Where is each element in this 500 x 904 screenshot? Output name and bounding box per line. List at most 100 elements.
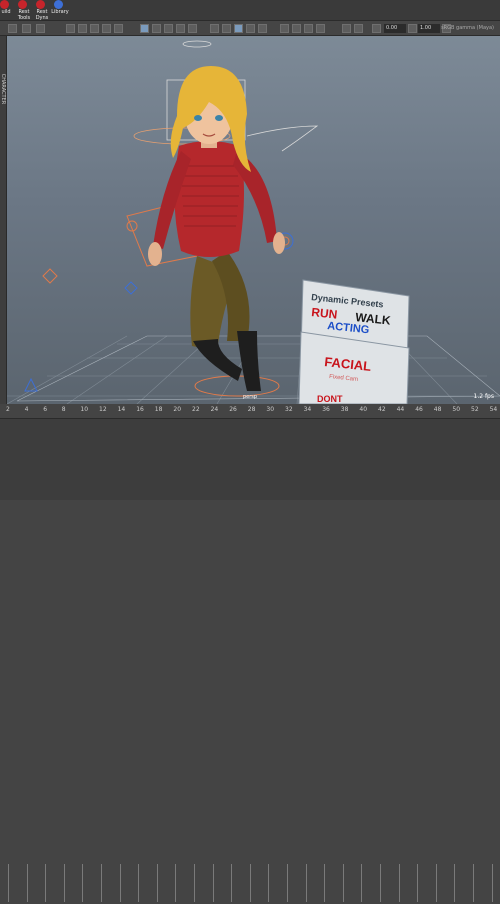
timeline-tick bbox=[156, 864, 158, 902]
timeline-tick bbox=[454, 864, 456, 902]
timeline-tick bbox=[268, 864, 270, 902]
timeline-tick-label: 40 bbox=[359, 406, 368, 413]
timeline-tick bbox=[212, 864, 214, 902]
sign-partial: DONT bbox=[317, 394, 343, 404]
textured-icon[interactable] bbox=[188, 24, 197, 33]
shelf-item-tools[interactable]: Rest Tools bbox=[12, 0, 32, 21]
timeline-track[interactable] bbox=[0, 862, 500, 904]
timeline-tick bbox=[63, 864, 65, 902]
lock-camera-icon[interactable] bbox=[78, 24, 87, 33]
timeline-tick bbox=[380, 864, 381, 902]
shelf-item-label: Library bbox=[51, 9, 69, 15]
timeline-tick bbox=[435, 864, 437, 902]
timeline-tick bbox=[175, 864, 177, 902]
timeline-tick bbox=[231, 864, 233, 902]
timeline-tick bbox=[138, 864, 140, 902]
shelf-item-dyns[interactable]: Rest Dyns bbox=[30, 0, 50, 21]
timeline-tick bbox=[194, 864, 195, 902]
timeline-tick-label: 6 bbox=[43, 406, 48, 413]
lighting-menu-icon[interactable] bbox=[36, 24, 45, 33]
image-plane-icon[interactable] bbox=[102, 24, 111, 33]
timeline-tick-label: 14 bbox=[117, 406, 126, 413]
timeline-tick bbox=[26, 864, 28, 902]
timeline-tick bbox=[491, 864, 493, 902]
exposure-icon[interactable] bbox=[342, 24, 351, 33]
timeline-tick-label: 28 bbox=[247, 406, 256, 413]
time-slider[interactable]: 2 4 6 8 10 12 14 16 18 20 22 24 26 28 30 32 34 36 38 40 42 44… bbox=[0, 404, 500, 902]
antialias-icon[interactable] bbox=[258, 24, 267, 33]
tools-icon bbox=[18, 0, 27, 9]
timeline-tick bbox=[473, 864, 474, 902]
smooth-shade-icon[interactable] bbox=[164, 24, 173, 33]
timeline-tick-label: 24 bbox=[210, 406, 219, 413]
camera-icon[interactable] bbox=[66, 24, 75, 33]
timeline-tick-label: 30 bbox=[266, 406, 275, 413]
timeline-tick-label: 42 bbox=[378, 406, 386, 413]
dyns-icon bbox=[36, 0, 45, 9]
timeline-tick-label: 20 bbox=[173, 406, 182, 413]
timeline-tick bbox=[417, 864, 419, 902]
camera-persp-label: persp bbox=[243, 394, 257, 400]
timeline-tick-label: 50 bbox=[452, 406, 461, 413]
library-icon bbox=[54, 0, 63, 9]
motion-blur-icon[interactable] bbox=[246, 24, 255, 33]
shading-menu-icon[interactable] bbox=[22, 24, 31, 33]
timeline-tick bbox=[324, 864, 326, 902]
wireframe-icon[interactable] bbox=[152, 24, 161, 33]
isolate-icon[interactable] bbox=[280, 24, 289, 33]
timeline-tick-label: 4 bbox=[24, 406, 29, 413]
wireframe-on-shaded-icon[interactable] bbox=[176, 24, 185, 33]
timeline-tick-label: 32 bbox=[285, 406, 293, 413]
film-gate-icon[interactable] bbox=[114, 24, 123, 33]
gamma-field[interactable]: 1.00 bbox=[418, 24, 440, 33]
build-icon bbox=[0, 0, 9, 9]
color-space-label: sRGB gamma (Maya) bbox=[441, 25, 494, 31]
timeline-tick-label: 36 bbox=[322, 406, 330, 413]
viewport-toolbar: 0.00 1.00 sRGB gamma (Maya) bbox=[0, 20, 500, 36]
timeline-tick-label: 46 bbox=[415, 406, 423, 413]
gamma-icon[interactable] bbox=[354, 24, 363, 33]
timeline-tick bbox=[8, 864, 9, 902]
timeline-ruler: 2 4 6 8 10 12 14 16 18 20 22 24 26 28 30 32 34 36 38 40 42 44… bbox=[0, 404, 500, 419]
timeline-tick-label: 52 bbox=[471, 406, 479, 413]
shadows-icon[interactable] bbox=[222, 24, 231, 33]
view-menu-icon[interactable] bbox=[8, 24, 17, 33]
side-panel-strip[interactable]: CHARACTER bbox=[0, 36, 7, 404]
grid-toggle-icon[interactable] bbox=[140, 24, 149, 33]
timeline-tick bbox=[82, 864, 84, 902]
timeline-tick-label: 18 bbox=[154, 406, 163, 413]
timeline-tick-label: 16 bbox=[136, 406, 144, 413]
timeline-tick bbox=[287, 864, 288, 902]
lights-icon[interactable] bbox=[210, 24, 219, 33]
timeline-tick-label: 54 bbox=[489, 406, 498, 413]
timeline-tick-label: 22 bbox=[192, 406, 200, 413]
timeline-tick-label: 8 bbox=[61, 406, 66, 413]
bookmark-icon[interactable] bbox=[90, 24, 99, 33]
timeline-tick-label: 38 bbox=[340, 406, 349, 413]
character-model bbox=[24, 40, 319, 397]
xray-icon[interactable] bbox=[292, 24, 301, 33]
xray-joints-icon[interactable] bbox=[304, 24, 313, 33]
timeline-tick-label: 10 bbox=[80, 406, 89, 413]
timeline-tick bbox=[101, 864, 102, 902]
exposure-slider-icon[interactable] bbox=[372, 24, 381, 33]
timeline-tick bbox=[45, 864, 47, 902]
timeline-tick bbox=[361, 864, 363, 902]
timeline-tick-label: 2 bbox=[6, 406, 10, 413]
timeline-tick bbox=[249, 864, 251, 902]
exposure-field[interactable]: 0.00 bbox=[384, 24, 406, 33]
timeline-tick bbox=[305, 864, 307, 902]
sign-run: RUN bbox=[311, 305, 338, 322]
ao-icon[interactable] bbox=[234, 24, 243, 33]
timeline-tick bbox=[119, 864, 121, 902]
gamma-slider-icon[interactable] bbox=[408, 24, 417, 33]
xray-active-icon[interactable] bbox=[316, 24, 325, 33]
fps-readout: 1.2 fps bbox=[473, 393, 495, 400]
timeline-tick bbox=[398, 864, 400, 902]
shelf-item-library[interactable]: Library bbox=[48, 0, 69, 20]
side-panel-label: CHARACTER bbox=[0, 73, 7, 105]
3d-viewport[interactable]: Dynamic Presets RUN WALK ACTING FACIAL F… bbox=[7, 36, 500, 404]
timeline-tick-label: 34 bbox=[303, 406, 312, 413]
timeline-tick-label: 26 bbox=[229, 406, 237, 413]
shelf-bar: uild Rest Tools Rest Dyns Library bbox=[0, 0, 500, 21]
